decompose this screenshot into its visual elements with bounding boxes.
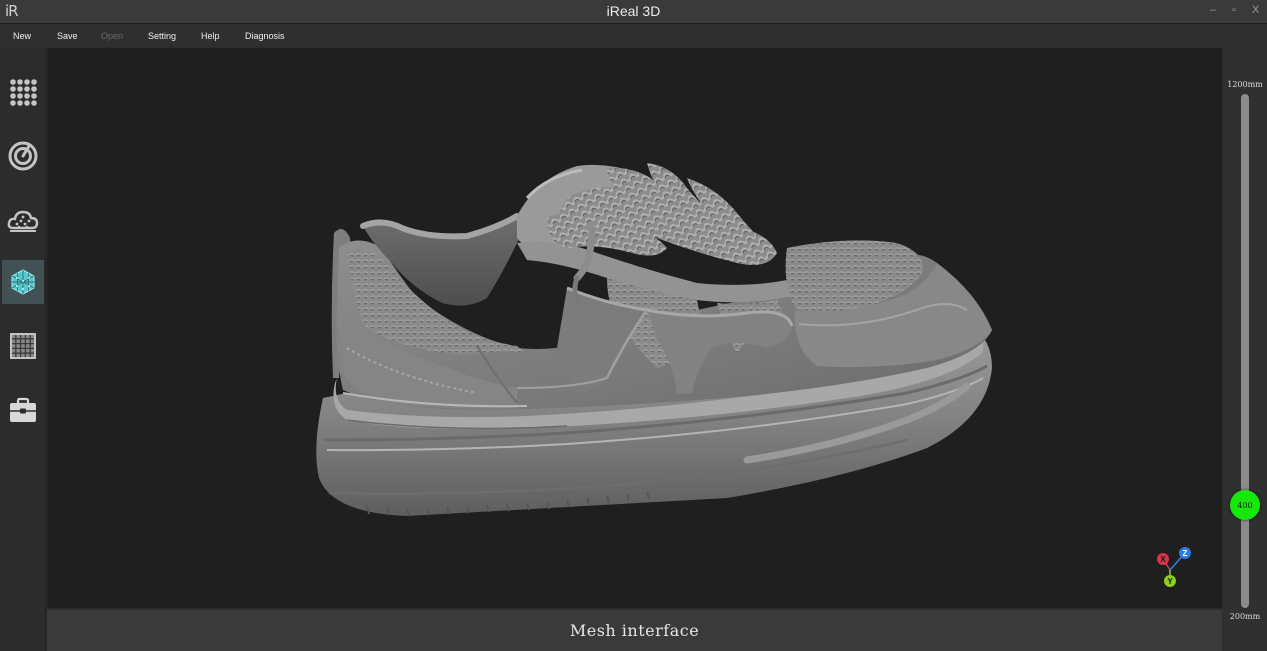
z-axis-label: Z — [1183, 549, 1188, 558]
grid-dots-icon — [10, 79, 37, 106]
y-axis-label: Y — [1167, 577, 1173, 586]
toolbox-icon — [10, 397, 36, 422]
texture-grid-icon — [10, 333, 36, 359]
x-axis-label: X — [1160, 555, 1166, 564]
title-bar: iR iReal 3D – ▫ X — [0, 0, 1267, 24]
point-cloud-icon — [7, 210, 39, 232]
window-title: iReal 3D — [606, 3, 661, 19]
menu-save[interactable]: Save — [57, 31, 78, 41]
tool-point-cloud[interactable] — [2, 198, 44, 242]
menu-new[interactable]: New — [13, 31, 31, 41]
close-button[interactable]: X — [1252, 4, 1259, 16]
status-text: Mesh interface — [569, 621, 700, 640]
slider-max-label: 1200mm — [1227, 80, 1263, 89]
tool-texture[interactable] — [2, 324, 44, 368]
maximize-button[interactable]: ▫ — [1232, 4, 1236, 16]
tool-toolbox[interactable] — [2, 388, 44, 432]
3d-viewport[interactable]: X Z Y — [47, 48, 1222, 608]
slider-min-label: 200mm — [1229, 612, 1261, 621]
mesh-cube-icon — [11, 269, 35, 295]
scan-dial-icon — [8, 141, 38, 171]
axis-gizmo: X Z Y — [1157, 547, 1191, 587]
menu-setting[interactable]: Setting — [148, 31, 176, 41]
status-bar: Mesh interface — [47, 610, 1222, 651]
menu-diagnosis[interactable]: Diagnosis — [245, 31, 285, 41]
tool-scan[interactable] — [2, 134, 44, 178]
menu-open[interactable]: Open — [101, 31, 123, 41]
menu-bar: New Save Open Setting Help Diagnosis — [0, 25, 1267, 47]
minimize-button[interactable]: – — [1210, 4, 1216, 16]
distance-slider-track[interactable] — [1241, 94, 1249, 608]
shoe-mesh-model — [316, 163, 993, 516]
distance-slider-panel: 1200mm 400 200mm — [1223, 48, 1267, 651]
slider-value-label: 400 — [1237, 500, 1253, 510]
tool-rail — [0, 48, 46, 651]
tool-grid-dots[interactable] — [2, 70, 44, 114]
tool-mesh[interactable] — [2, 260, 44, 304]
distance-slider-thumb[interactable]: 400 — [1230, 490, 1260, 521]
menu-help[interactable]: Help — [201, 31, 220, 41]
